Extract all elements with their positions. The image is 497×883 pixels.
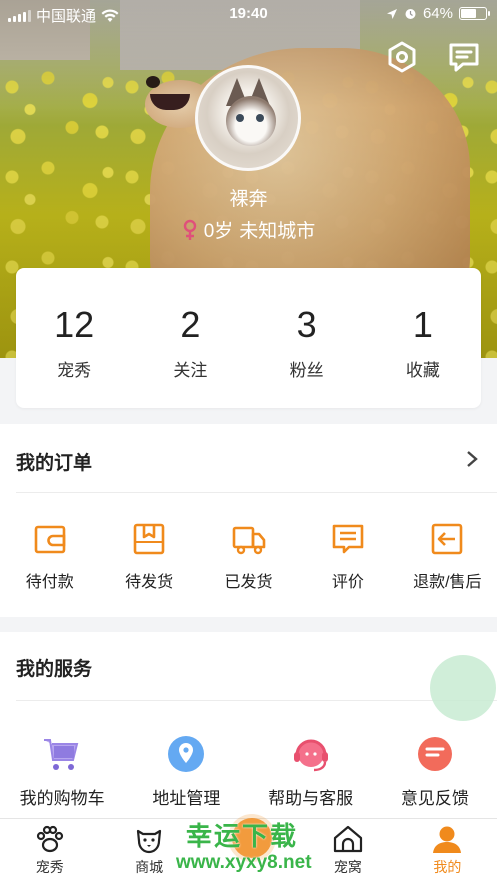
stat-posts[interactable]: 12 宠秀 <box>16 268 132 408</box>
order-refund[interactable]: 退款/售后 <box>398 522 497 592</box>
order-label: 待发货 <box>125 574 174 591</box>
order-label: 退款/售后 <box>413 574 482 591</box>
location-icon <box>168 736 205 772</box>
stat-followers[interactable]: 3 粉丝 <box>249 268 365 408</box>
female-icon <box>183 219 196 240</box>
service-label: 地址管理 <box>152 789 221 808</box>
floating-assistant-button[interactable] <box>430 655 496 721</box>
order-label: 评价 <box>331 574 364 591</box>
profile-age: 0岁 <box>203 221 234 242</box>
location-arrow-icon <box>386 8 397 19</box>
orders-section: 我的订单 待付款 待发货 已发货 评价 退款/售后 <box>0 424 497 617</box>
package-icon <box>133 523 165 555</box>
service-label: 我的购物车 <box>19 789 105 808</box>
tab-label: 商城 <box>135 859 164 875</box>
stat-value: 12 <box>54 304 95 345</box>
order-shipped[interactable]: 已发货 <box>199 522 298 592</box>
person-icon <box>433 826 462 853</box>
return-icon <box>432 523 463 555</box>
tab-pet-show[interactable]: 宠秀 <box>0 819 99 883</box>
profile-city: 未知城市 <box>239 221 316 242</box>
orders-title: 我的订单 <box>16 453 93 474</box>
tab-label: 宠秀 <box>35 859 64 875</box>
profile-subinfo: 0岁 未知城市 <box>0 216 497 243</box>
order-pending-payment[interactable]: 待付款 <box>0 522 99 592</box>
order-label: 已发货 <box>224 574 273 591</box>
stat-label: 收藏 <box>405 361 440 380</box>
tab-label: 我的 <box>433 859 462 875</box>
service-help[interactable]: 帮助与客服 <box>249 734 373 809</box>
comment-icon <box>332 524 364 554</box>
chevron-right-icon[interactable] <box>465 450 479 468</box>
stat-label: 粉丝 <box>289 361 324 380</box>
stat-value: 3 <box>296 304 317 345</box>
stat-following[interactable]: 2 关注 <box>132 268 248 408</box>
tab-mall[interactable]: 商城 <box>99 819 198 883</box>
dog-face-icon <box>137 829 162 854</box>
stat-value: 1 <box>412 304 433 345</box>
order-pending-shipment[interactable]: 待发货 <box>99 522 198 592</box>
wallet-icon <box>34 525 66 554</box>
stats-card: 12 宠秀 2 关注 3 粉丝 1 收藏 <box>16 268 481 408</box>
cart-icon <box>44 739 79 770</box>
avatar[interactable] <box>195 65 301 171</box>
tab-center[interactable] <box>199 819 298 883</box>
alarm-icon <box>405 9 416 19</box>
truck-icon <box>232 526 265 555</box>
house-icon <box>333 825 363 853</box>
feedback-icon <box>417 737 452 771</box>
stat-label: 关注 <box>173 361 208 380</box>
tab-mine[interactable]: 我的 <box>398 819 497 883</box>
service-address[interactable]: 地址管理 <box>124 734 248 809</box>
services-title: 我的服务 <box>16 659 93 680</box>
headset-icon <box>293 739 328 772</box>
paw-icon <box>36 825 63 853</box>
battery-icon <box>459 7 490 20</box>
stat-favorites[interactable]: 1 收藏 <box>365 268 481 408</box>
service-cart[interactable]: 我的购物车 <box>0 734 124 809</box>
stat-label: 宠秀 <box>57 361 92 380</box>
bottom-tab-bar: 宠秀 商城 宠窝 我的 <box>0 818 497 883</box>
service-label: 帮助与客服 <box>268 789 354 808</box>
order-review[interactable]: 评价 <box>298 522 397 592</box>
settings-icon[interactable] <box>385 40 419 74</box>
status-bar: 中国联通 19:40 64% <box>0 0 497 28</box>
order-label: 待付款 <box>25 574 74 591</box>
message-icon[interactable] <box>447 40 481 74</box>
battery-percent: 64% <box>422 5 453 22</box>
service-feedback[interactable]: 意见反馈 <box>373 734 497 809</box>
stat-value: 2 <box>180 304 201 345</box>
tab-label: 宠窝 <box>333 859 362 875</box>
tab-pet-home[interactable]: 宠窝 <box>298 819 397 883</box>
username: 裸奔 <box>229 189 268 210</box>
service-label: 意见反馈 <box>400 789 469 808</box>
services-section: 我的服务 我的购物车 地址管理 帮助与客服 意见反馈 <box>0 632 497 818</box>
